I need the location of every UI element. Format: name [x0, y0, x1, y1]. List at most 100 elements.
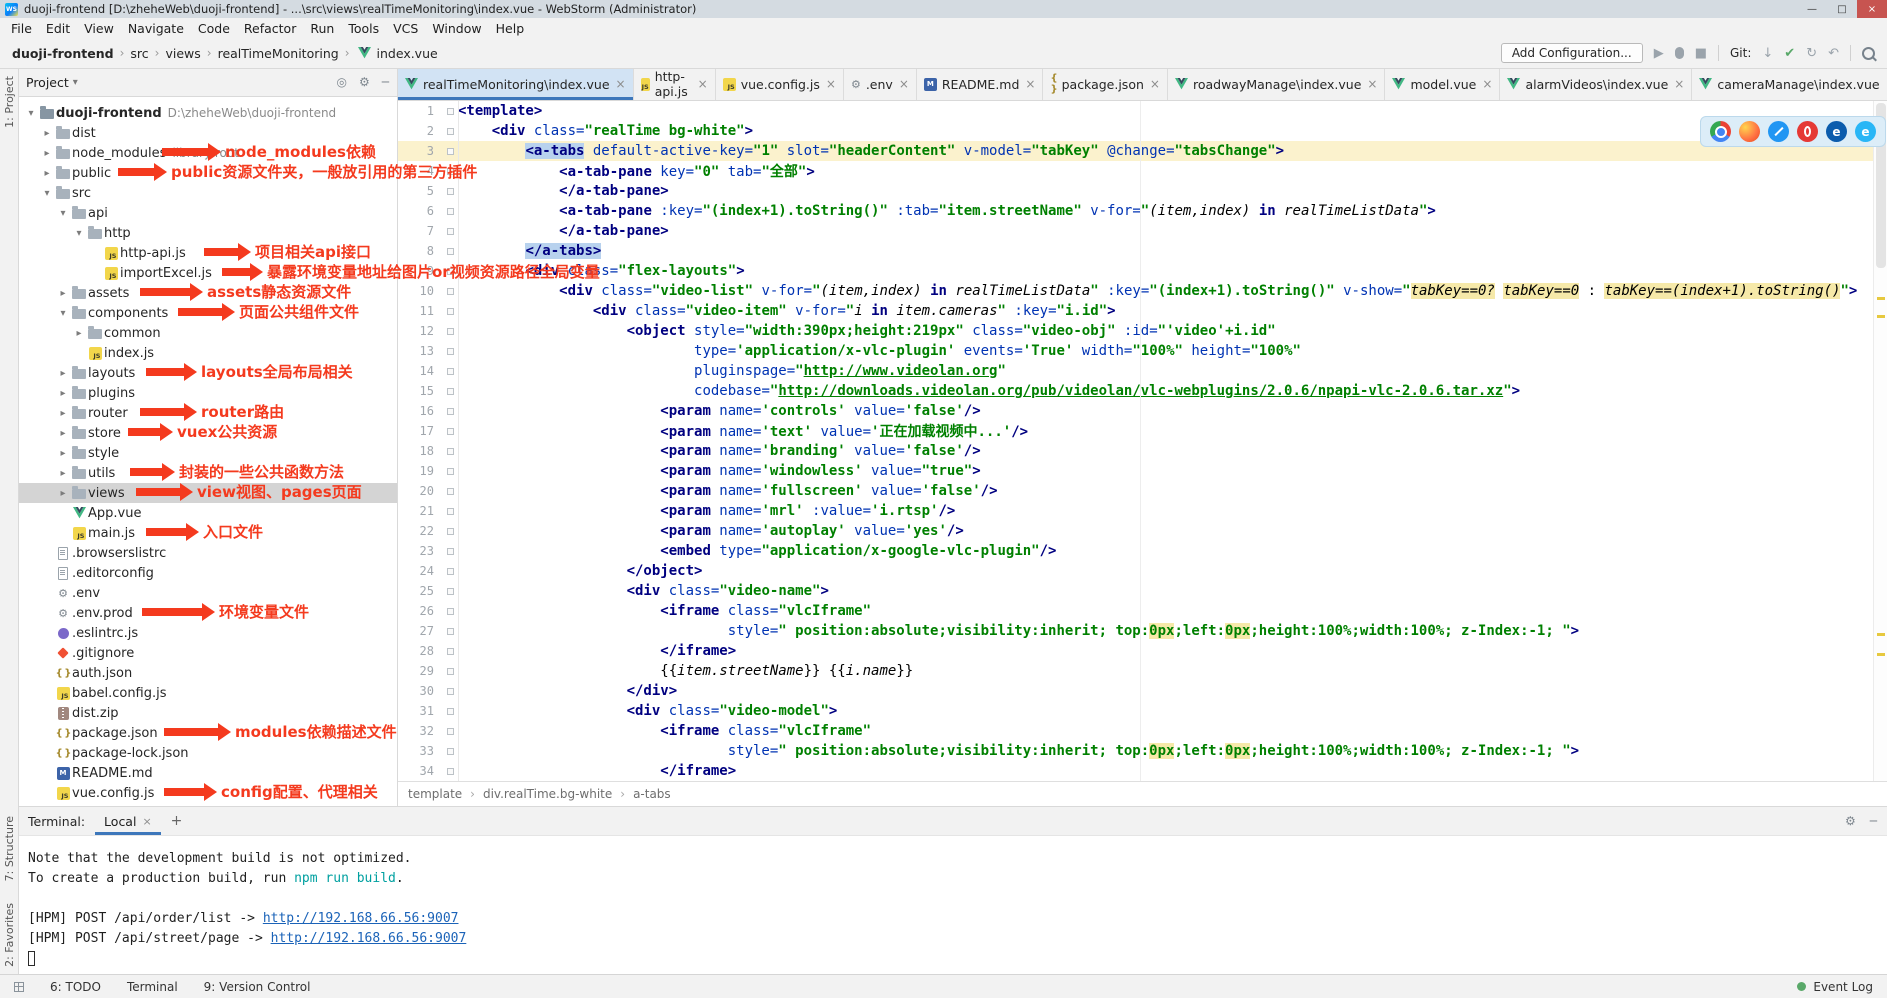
breadcrumb-item-src[interactable]: src: [130, 46, 148, 61]
editor-tab-README.md[interactable]: MREADME.md×: [917, 68, 1044, 100]
tree-expand-icon[interactable]: ▾: [56, 308, 70, 319]
fold-marker[interactable]: [442, 128, 458, 135]
tree-item-.env[interactable]: ⚙.env: [18, 583, 397, 603]
run-icon[interactable]: ▶: [1654, 47, 1664, 60]
menu-edit[interactable]: Edit: [39, 21, 77, 36]
git-update-icon[interactable]: ↓: [1762, 47, 1773, 60]
breadcrumb-item-realTimeMonitoring[interactable]: realTimeMonitoring: [218, 46, 339, 61]
tree-item-auth.json[interactable]: { }auth.json: [18, 663, 397, 683]
hide-terminal-icon[interactable]: ─: [1870, 814, 1877, 828]
terminal-link[interactable]: http://192.168.66.56:9007: [263, 911, 459, 926]
close-tab-icon[interactable]: ×: [1025, 77, 1035, 91]
code-editor[interactable]: 1<template>2 <div class="realTime bg-whi…: [398, 101, 1887, 781]
stripe-mark[interactable]: [1877, 297, 1885, 300]
menu-view[interactable]: View: [77, 21, 121, 36]
tree-expand-icon[interactable]: ▾: [24, 108, 38, 119]
edge-browser-icon[interactable]: e: [1826, 121, 1847, 142]
locate-file-icon[interactable]: ◎: [337, 75, 347, 89]
tree-item-index.js[interactable]: JSindex.js: [18, 343, 397, 363]
chevron-down-icon[interactable]: ▾: [73, 77, 78, 88]
fold-marker[interactable]: [442, 748, 458, 755]
tree-expand-icon[interactable]: ▸: [56, 388, 70, 399]
tree-item-dist.zip[interactable]: dist.zip: [18, 703, 397, 723]
tree-item-.editorconfig[interactable]: .editorconfig: [18, 563, 397, 583]
fold-marker[interactable]: [442, 568, 458, 575]
chrome-browser-icon[interactable]: [1710, 121, 1731, 142]
fold-marker[interactable]: [442, 708, 458, 715]
toolwindow-button-structure[interactable]: 7: Structure: [3, 816, 16, 881]
fold-marker[interactable]: [442, 348, 458, 355]
menu-window[interactable]: Window: [425, 21, 488, 36]
tree-expand-icon[interactable]: ▸: [56, 408, 70, 419]
menu-tools[interactable]: Tools: [341, 21, 386, 36]
terminal-settings-icon[interactable]: ⚙: [1845, 814, 1856, 828]
breadcrumb-item-index.vue[interactable]: index.vue: [377, 46, 438, 61]
tree-expand-icon[interactable]: ▾: [40, 188, 54, 199]
close-tab-icon[interactable]: ×: [826, 77, 836, 91]
settings-gear-icon[interactable]: ⚙: [359, 75, 370, 89]
fold-marker[interactable]: [442, 488, 458, 495]
fold-marker[interactable]: [442, 448, 458, 455]
status--version-control[interactable]: 9: Version Control: [204, 980, 311, 994]
editor-breadcrumb-item[interactable]: a-tabs: [633, 787, 671, 801]
editor-tab-.env[interactable]: ⚙.env×: [844, 68, 917, 100]
breadcrumb-item-duoji-frontend[interactable]: duoji-frontend: [12, 46, 114, 61]
fold-marker[interactable]: [442, 628, 458, 635]
add-configuration-button[interactable]: Add Configuration...: [1501, 43, 1643, 63]
close-tab-icon[interactable]: ×: [1482, 77, 1492, 91]
opera-browser-icon[interactable]: [1797, 121, 1818, 142]
safari-browser-icon[interactable]: [1768, 121, 1789, 142]
breadcrumb-item-views[interactable]: views: [165, 46, 200, 61]
fold-marker[interactable]: [442, 528, 458, 535]
menu-help[interactable]: Help: [489, 21, 532, 36]
fold-marker[interactable]: [442, 548, 458, 555]
tree-item-.gitignore[interactable]: .gitignore: [18, 643, 397, 663]
tree-expand-icon[interactable]: ▸: [56, 488, 70, 499]
menu-code[interactable]: Code: [191, 21, 237, 36]
editor-tab-package.json[interactable]: { }package.json×: [1043, 68, 1168, 100]
fold-marker[interactable]: [442, 688, 458, 695]
status--todo[interactable]: 6: TODO: [50, 980, 101, 994]
fold-marker[interactable]: [442, 308, 458, 315]
tree-expand-icon[interactable]: ▾: [56, 208, 70, 219]
tree-item-babel.config.js[interactable]: JSbabel.config.js: [18, 683, 397, 703]
tree-item-src[interactable]: ▾src: [18, 183, 397, 203]
tree-item-style[interactable]: ▸style: [18, 443, 397, 463]
fold-marker[interactable]: [442, 468, 458, 475]
fold-marker[interactable]: [442, 328, 458, 335]
fold-marker[interactable]: [442, 608, 458, 615]
firefox-browser-icon[interactable]: [1739, 121, 1760, 142]
tree-expand-icon[interactable]: ▸: [56, 428, 70, 439]
stripe-mark[interactable]: [1877, 653, 1885, 656]
close-tab-icon[interactable]: ×: [1150, 77, 1160, 91]
project-toolwindow-button[interactable]: 1: Project: [3, 76, 16, 128]
tree-item-README.md[interactable]: MREADME.md: [18, 763, 397, 783]
git-commit-icon[interactable]: ✔: [1784, 47, 1795, 60]
tree-item-duoji-frontend[interactable]: ▾duoji-frontendD:\zheheWeb\duoji-fronten…: [18, 103, 397, 123]
terminal-output[interactable]: Note that the development build is not o…: [18, 836, 1887, 975]
tree-expand-icon[interactable]: ▾: [72, 228, 86, 239]
editor-tab-alarmVideos-index.vue[interactable]: alarmVideos\index.vue×: [1500, 68, 1692, 100]
history-icon[interactable]: ↻: [1806, 47, 1817, 60]
tree-expand-icon[interactable]: ▸: [40, 148, 54, 159]
fold-marker[interactable]: [442, 148, 458, 155]
editor-tab-model.vue[interactable]: model.vue×: [1385, 68, 1500, 100]
close-tab-icon[interactable]: ×: [1674, 77, 1684, 91]
stripe-mark[interactable]: [1877, 633, 1885, 636]
close-tab-icon[interactable]: ×: [616, 77, 626, 91]
hide-panel-icon[interactable]: ─: [382, 75, 389, 89]
tree-expand-icon[interactable]: ▸: [56, 448, 70, 459]
editor-tab-roadwayManage-index.vue[interactable]: roadwayManage\index.vue×: [1168, 68, 1386, 100]
tree-item-.eslintrc.js[interactable]: .eslintrc.js: [18, 623, 397, 643]
tree-item-dist[interactable]: ▸dist: [18, 123, 397, 143]
fold-marker[interactable]: [442, 648, 458, 655]
close-icon[interactable]: ×: [142, 815, 151, 828]
fold-marker[interactable]: [442, 768, 458, 775]
stop-icon[interactable]: ■: [1695, 47, 1707, 60]
fold-marker[interactable]: [442, 588, 458, 595]
close-tab-icon[interactable]: ×: [698, 77, 708, 91]
fold-marker[interactable]: [442, 228, 458, 235]
fold-marker[interactable]: [442, 108, 458, 115]
menu-refactor[interactable]: Refactor: [237, 21, 303, 36]
menu-vcs[interactable]: VCS: [386, 21, 425, 36]
